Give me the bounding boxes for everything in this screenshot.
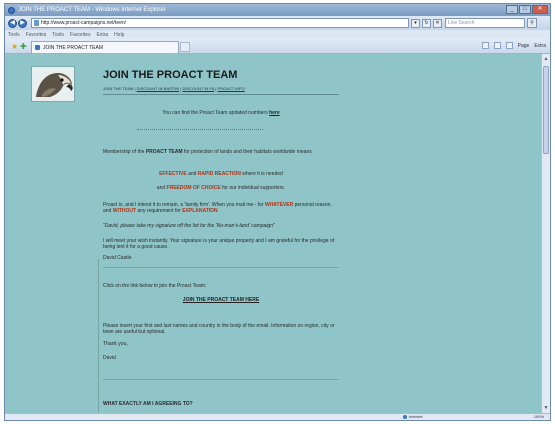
signature-name: David Castle (103, 255, 132, 261)
vertical-scrollbar[interactable]: ▲ ▼ (541, 54, 550, 415)
membership-text: Membership of the PROACT TEAM for protec… (103, 149, 339, 155)
window-controls: _ □ ✕ (506, 5, 548, 14)
menu-item-6[interactable]: Help (114, 32, 124, 38)
family-firm-text: Proact is, and I intend it to remain, a … (103, 202, 339, 214)
divider (103, 94, 339, 95)
divider (103, 379, 339, 380)
subnav-sep: | (134, 86, 136, 91)
feeds-icon[interactable] (493, 42, 501, 49)
explanation-word: EXPLANATION (182, 208, 218, 214)
search-input[interactable]: Live Search (445, 18, 525, 28)
address-text: http://www.proact-campaigns.net/teen/ (41, 20, 127, 26)
title-bar: JOIN THE PROACT TEAM - Windows Internet … (5, 4, 550, 16)
dotted-divider (137, 129, 263, 130)
back-button[interactable]: ◀ (8, 18, 17, 28)
command-bar: Page Extra (481, 42, 546, 49)
para1-mid2: any requirement for (137, 208, 181, 214)
eagle-head-icon (36, 73, 73, 97)
add-favorite-icon[interactable]: ✚ (20, 42, 27, 51)
freedom-of-choice: FREEDOM OF CHOICE (166, 185, 221, 191)
membership-team: PROACT TEAM (145, 149, 183, 155)
rapid-reaction: RAPID REACTION (197, 171, 241, 177)
subnav-link-2[interactable]: DISCOUNT IN FA (183, 86, 215, 91)
scroll-down-icon[interactable]: ▼ (543, 405, 549, 413)
home-icon[interactable] (481, 42, 489, 49)
minimize-button[interactable]: _ (506, 5, 518, 14)
forward-button[interactable]: ▶ (18, 18, 27, 28)
insert-instructions: Please insert your first and last names … (103, 323, 335, 335)
page-menu[interactable]: Page (518, 43, 530, 49)
whatever-word: WHATEVER (264, 202, 294, 208)
click-instruction: Click on the link below to join the Proa… (103, 283, 207, 289)
thanks-text: Thank you, (103, 341, 128, 347)
browser-icon (8, 6, 15, 14)
scroll-thumb[interactable] (543, 66, 549, 154)
page-viewport: JOIN THE PROACT TEAM JOIN THE TEAM | DIS… (5, 54, 543, 415)
column-divider (98, 259, 99, 415)
address-tools: ▾ ↻ ✕ (411, 18, 442, 28)
closing-signature: David (103, 355, 116, 361)
tab-row: ★ ✚ JOIN THE PROACT TEAM Page Extra (5, 39, 550, 54)
menu-item-4[interactable]: Favorites (70, 32, 91, 38)
freedom-pre: and (156, 185, 166, 191)
page-title: JOIN THE PROACT TEAM (103, 69, 238, 81)
tab-current[interactable]: JOIN THE PROACT TEAM (31, 41, 179, 53)
security-zone: Internet (403, 414, 423, 419)
membership-suffix: for protection of lands and their habita… (183, 149, 312, 155)
effective-rest: where it is needed (242, 171, 283, 177)
stop-icon[interactable]: ✕ (433, 18, 442, 28)
new-tab-button[interactable] (180, 42, 190, 52)
subnav-label: JOIN THE TEAM (103, 86, 134, 91)
subnav-sep: | (215, 86, 217, 91)
maximize-button[interactable]: □ (519, 5, 531, 14)
tab-page-icon (35, 45, 40, 50)
favorites-star-icon[interactable]: ★ (11, 42, 18, 51)
globe-icon (403, 414, 407, 419)
quote-text: "David, please take my signature off the… (103, 223, 275, 229)
updated-numbers-text: You can find the Proact Team updated num… (103, 110, 339, 116)
dropdown-icon[interactable]: ▾ (411, 18, 420, 28)
join-link-row: JOIN THE PROACT TEAM HERE (103, 297, 339, 303)
eagle-logo (31, 66, 75, 102)
join-team-link[interactable]: JOIN THE PROACT TEAM HERE (183, 297, 259, 303)
close-button[interactable]: ✕ (532, 5, 548, 14)
menu-item-2[interactable]: Favorites (26, 32, 47, 38)
status-bar: Internet 100% (5, 413, 550, 420)
membership-prefix: Membership of the (103, 149, 145, 155)
freedom-line: and FREEDOM OF CHOICE for our individual… (103, 185, 339, 191)
page-icon (34, 20, 39, 26)
zoom-level[interactable]: 100% (534, 414, 544, 419)
menu-item-1[interactable]: Tools (8, 32, 20, 38)
address-bar-row: ◀ ▶ http://www.proact-campaigns.net/teen… (5, 16, 550, 30)
signature-text: I will meet your wish instantly. Your si… (103, 238, 335, 250)
menu-item-3[interactable]: Tools (52, 32, 64, 38)
zone-label: Internet (409, 414, 423, 419)
updated-link[interactable]: here (269, 110, 280, 116)
refresh-icon[interactable]: ↻ (422, 18, 431, 28)
freedom-rest: for our individual supporters. (222, 185, 286, 191)
print-icon[interactable] (505, 42, 513, 49)
search-icon[interactable]: ⚲ (527, 18, 537, 28)
page-body: JOIN THE PROACT TEAM JOIN THE TEAM | DIS… (25, 61, 340, 415)
main-content: JOIN THE PROACT TEAM JOIN THE TEAM | DIS… (99, 61, 341, 415)
menu-bar: Tools Favorites Tools Favorites Extra He… (5, 30, 550, 39)
tab-label: JOIN THE PROACT TEAM (43, 44, 104, 51)
section-heading: WHAT EXACTLY AM I AGREEING TO? (103, 401, 193, 407)
updated-prefix: You can find the Proact Team updated num… (162, 110, 268, 116)
effective-line: EFFECTIVE and RAPID REACTION where it is… (103, 171, 339, 177)
subnav-link-1[interactable]: DISCOUNT IN BASTINI (137, 86, 180, 91)
breadcrumb: JOIN THE TEAM | DISCOUNT IN BASTINI | DI… (103, 86, 245, 91)
address-input[interactable]: http://www.proact-campaigns.net/teen/ (31, 18, 409, 28)
without-word: WITHOUT (112, 208, 137, 214)
subnav-sep: | (180, 86, 182, 91)
menu-item-5[interactable]: Extra (97, 32, 109, 38)
effective-word: EFFECTIVE (159, 171, 187, 177)
scroll-up-icon[interactable]: ▲ (543, 56, 549, 64)
tools-menu[interactable]: Extra (534, 43, 546, 49)
effective-mid: and (188, 171, 197, 177)
divider (103, 267, 339, 268)
browser-window: JOIN THE PROACT TEAM - Windows Internet … (4, 3, 551, 421)
subnav-link-3[interactable]: PROACT INFO (218, 86, 245, 91)
window-title: JOIN THE PROACT TEAM - Windows Internet … (18, 7, 166, 13)
